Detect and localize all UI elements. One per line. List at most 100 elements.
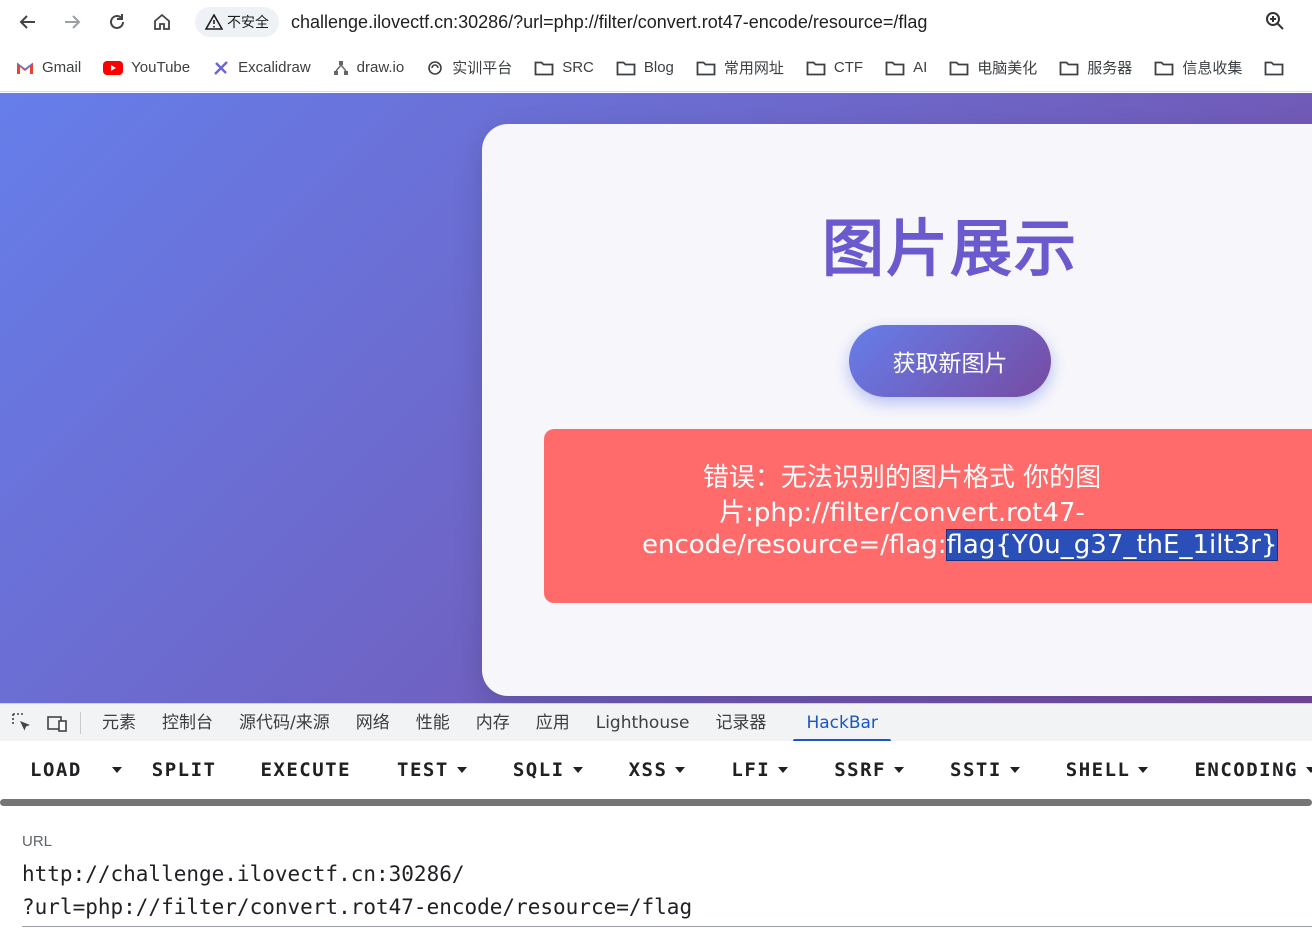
bookmark-5[interactable]: 实训平台 — [426, 57, 512, 78]
folder-icon — [1154, 60, 1174, 76]
test-label: TEST — [397, 759, 449, 781]
encoding-menu-button[interactable]: ENCODING — [1194, 759, 1312, 781]
inspect-element-button[interactable] — [9, 710, 35, 736]
gallery-card: 图片展示 获取新图片 错误：无法识别的图片格式 你的图 片:php://filt… — [482, 124, 1312, 696]
caret-down-icon — [1305, 767, 1312, 773]
devtools-tab-2[interactable]: 控制台 — [149, 704, 226, 741]
devtools-tab-10[interactable]: HackBar — [793, 704, 892, 741]
inspect-icon — [12, 712, 30, 730]
url-text[interactable]: challenge.ilovectf.cn:30286/?url=php://f… — [291, 12, 927, 33]
reload-button[interactable] — [101, 6, 133, 38]
bookmark-overflow[interactable] — [1264, 60, 1292, 76]
devtools-tab-1[interactable]: 元素 — [89, 704, 149, 741]
home-icon — [154, 13, 170, 30]
address-bar[interactable]: 不安全 challenge.ilovectf.cn:30286/?url=php… — [195, 4, 1295, 40]
load-button[interactable]: LOAD — [30, 759, 82, 781]
split-button[interactable]: SPLIT — [152, 759, 217, 781]
caret-down-icon — [111, 767, 122, 773]
sqli-label: SQLI — [512, 759, 565, 781]
devtools-tab-7[interactable]: 应用 — [523, 704, 583, 741]
execute-label: EXECUTE — [260, 759, 352, 781]
bookmark-label: Excalidraw — [238, 59, 311, 76]
bookmark-3[interactable]: Excalidraw — [212, 59, 311, 77]
ssti-menu-button[interactable]: SSTI — [950, 759, 1020, 781]
error-line-1: 错误：无法识别的图片格式 你的图 — [702, 463, 1102, 493]
excalidraw-icon — [212, 59, 230, 77]
forward-button[interactable] — [56, 6, 88, 38]
execute-button[interactable]: EXECUTE — [260, 759, 351, 781]
devtools-separator — [80, 711, 81, 734]
device-toolbar-button[interactable] — [44, 710, 70, 736]
bookmark-8[interactable]: 常用网址 — [696, 57, 784, 78]
page-viewport: 图片展示 获取新图片 错误：无法识别的图片格式 你的图 片:php://filt… — [0, 93, 1312, 703]
load-dropdown-button[interactable] — [111, 767, 122, 773]
error-text: 错误：无法识别的图片格式 你的图 片:php://filter/convert.… — [642, 459, 1279, 561]
bookmark-label: 电脑美化 — [977, 60, 1038, 77]
sqli-menu-button[interactable]: SQLI — [513, 759, 583, 781]
devtools-tab-3[interactable]: 源代码/来源 — [226, 704, 343, 741]
bookmark-label: 信息收集 — [1182, 60, 1243, 77]
hackbar-scrollbar[interactable] — [0, 799, 1312, 806]
devtools-tab-5[interactable]: 性能 — [403, 704, 463, 741]
encoding-label: ENCODING — [1194, 759, 1298, 781]
folder-icon — [885, 60, 905, 76]
zoom-button[interactable] — [1264, 10, 1286, 37]
back-button[interactable] — [12, 6, 44, 38]
error-line-3-prefix: encode/resource=/flag: — [642, 530, 947, 560]
lfi-menu-button[interactable]: LFI — [731, 759, 789, 781]
url-field-label: URL — [22, 833, 53, 850]
folder-icon — [806, 60, 826, 76]
bookmark-13[interactable]: 信息收集 — [1154, 57, 1242, 78]
get-new-image-button[interactable]: 获取新图片 — [849, 325, 1051, 397]
ssrf-menu-button[interactable]: SSRF — [834, 759, 904, 781]
bookmark-9[interactable]: CTF — [806, 59, 863, 76]
xss-menu-button[interactable]: XSS — [629, 759, 686, 781]
security-label: 不安全 — [227, 14, 269, 30]
reload-icon — [110, 14, 124, 29]
devtools-tab-list: 元素 控制台 源代码/来源 网络 性能 内存 应用 Lighthouse 记录器 HackBar — [89, 704, 892, 741]
bookmark-11[interactable]: 电脑美化 — [949, 57, 1037, 78]
ssti-label: SSTI — [950, 759, 1002, 781]
caret-down-icon — [1138, 767, 1149, 773]
caret-down-icon — [456, 767, 467, 773]
bookmark-12[interactable]: 服务器 — [1059, 57, 1132, 78]
bookmark-label: YouTube — [131, 59, 191, 76]
folder-icon — [696, 60, 716, 76]
home-button[interactable] — [146, 6, 178, 38]
platform-icon — [426, 60, 444, 76]
devtools-tab-9[interactable]: 记录器 — [702, 704, 779, 741]
devtools-tab-6[interactable]: 内存 — [463, 704, 523, 741]
security-indicator[interactable]: 不安全 — [195, 7, 279, 37]
bookmark-10[interactable]: AI — [885, 59, 927, 76]
caret-down-icon — [675, 767, 686, 773]
url-line-2: ?url=php://filter/convert.rot47-encode/r… — [22, 895, 693, 919]
bookmark-7[interactable]: Blog — [616, 59, 674, 76]
arrow-left-icon — [19, 15, 35, 29]
folder-icon — [949, 60, 969, 76]
bookmark-label: draw.io — [356, 59, 405, 76]
flag-text[interactable]: flag{Y0u_g37_thE_1ilt3r} — [945, 529, 1279, 561]
error-line-2: 片:php://filter/convert.rot47- — [719, 498, 1085, 528]
hackbar-url-input[interactable]: http://challenge.ilovectf.cn:30286/ ?url=… — [22, 858, 1312, 927]
devtools-tab-8[interactable]: Lighthouse — [583, 704, 703, 741]
caret-down-icon — [572, 767, 583, 773]
folder-icon — [1264, 60, 1284, 76]
shell-menu-button[interactable]: SHELL — [1066, 759, 1149, 781]
test-menu-button[interactable]: TEST — [397, 759, 467, 781]
bookmark-label: 实训平台 — [452, 60, 513, 77]
warning-icon — [205, 14, 223, 30]
device-icon — [47, 715, 67, 732]
error-line-3: encode/resource=/flag:flag{Y0u_g37_thE_1… — [642, 529, 1279, 561]
drawio-icon — [333, 60, 349, 76]
folder-icon — [534, 60, 554, 76]
bookmark-label: 常用网址 — [723, 60, 784, 77]
bookmark-6[interactable]: SRC — [534, 59, 594, 76]
bookmark-4[interactable]: draw.io — [333, 59, 405, 76]
caret-down-icon — [1009, 767, 1020, 773]
folder-icon — [616, 60, 636, 76]
bookmark-label: CTF — [833, 59, 864, 76]
bookmark-1[interactable]: Gmail — [16, 59, 81, 76]
devtools-tab-4[interactable]: 网络 — [343, 704, 403, 741]
bookmark-label: Blog — [643, 59, 674, 76]
bookmark-2[interactable]: YouTube — [103, 59, 190, 76]
